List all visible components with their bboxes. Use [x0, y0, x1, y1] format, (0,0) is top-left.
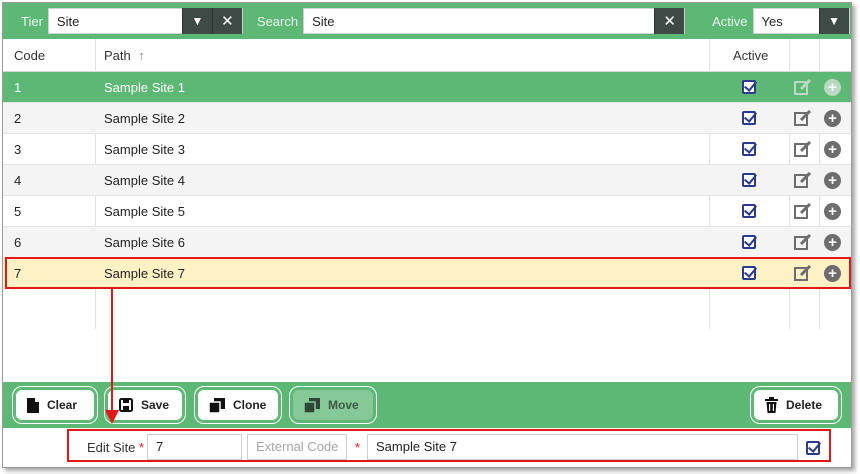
active-checkbox[interactable]: [742, 80, 756, 94]
search-label: Search: [256, 13, 299, 29]
filter-bar: Tier Site ▼ ✕ Search Site ✕ Active Yes ▼: [3, 3, 851, 39]
annotation-arrow-head: [105, 410, 119, 424]
edit-site-label-text: Edit Site: [87, 440, 136, 455]
site-name-input[interactable]: Sample Site 7: [367, 434, 798, 460]
table-row[interactable]: 1 Sample Site 1 +: [3, 72, 851, 103]
edit-icon[interactable]: [794, 203, 812, 219]
edit-active-checkbox[interactable]: [806, 441, 820, 455]
add-child-icon[interactable]: +: [824, 110, 841, 127]
active-label: Active: [712, 13, 748, 29]
row-path: Sample Site 5: [104, 204, 185, 219]
row-code: 7: [14, 266, 22, 281]
search-input[interactable]: Site ✕: [303, 8, 686, 34]
trash-icon: [765, 397, 778, 413]
add-child-icon[interactable]: +: [824, 141, 841, 158]
table-row[interactable]: 6 Sample Site 6 +: [3, 227, 851, 258]
add-child-icon[interactable]: +: [824, 265, 841, 282]
row-code: 3: [14, 142, 22, 157]
row-code: 2: [14, 111, 22, 126]
row-path: Sample Site 4: [104, 173, 185, 188]
edit-icon[interactable]: [794, 141, 812, 157]
edit-icon[interactable]: [794, 79, 812, 95]
table-row[interactable]: 5 Sample Site 5 +: [3, 196, 851, 227]
add-child-icon[interactable]: +: [824, 234, 841, 251]
clone-icon: [209, 397, 225, 413]
table-header: Code Path ↑ Active: [3, 39, 851, 72]
row-path: Sample Site 7: [104, 266, 185, 281]
table-row[interactable]: 3 Sample Site 3 +: [3, 134, 851, 165]
edit-site-label: Edit Site *: [87, 440, 144, 455]
column-header-path[interactable]: Path ↑: [104, 39, 145, 72]
clear-button-label: Clear: [47, 398, 78, 412]
save-button-label: Save: [141, 398, 170, 412]
chevron-down-icon[interactable]: ▼: [818, 8, 849, 34]
table-row[interactable]: 2 Sample Site 2 +: [3, 103, 851, 134]
active-checkbox[interactable]: [742, 142, 756, 156]
active-select[interactable]: Yes ▼: [752, 8, 850, 34]
edit-icon[interactable]: [794, 172, 812, 188]
required-mark: *: [139, 440, 145, 455]
edit-form: Edit Site * 7 External Code * Sample Sit…: [3, 428, 851, 467]
file-icon: [27, 397, 39, 413]
row-code: 5: [14, 204, 22, 219]
add-child-icon[interactable]: +: [824, 203, 841, 220]
add-child-icon[interactable]: +: [824, 172, 841, 189]
site-code-input[interactable]: 7: [147, 434, 242, 460]
active-checkbox[interactable]: [742, 204, 756, 218]
clear-button[interactable]: Clear: [12, 386, 98, 424]
tier-label: Tier: [21, 13, 43, 29]
add-child-icon[interactable]: +: [824, 79, 841, 96]
edit-icon[interactable]: [794, 110, 812, 126]
row-path: Sample Site 2: [104, 111, 185, 126]
move-icon: [304, 397, 320, 413]
clear-search-icon[interactable]: ✕: [654, 8, 685, 34]
site-manager-window: Tier Site ▼ ✕ Search Site ✕ Active Yes ▼…: [2, 2, 852, 468]
tier-value: Site: [56, 13, 80, 29]
row-code: 4: [14, 173, 22, 188]
required-mark: *: [355, 440, 361, 455]
annotation-arrow-line: [111, 288, 113, 412]
column-header-path-label: Path: [104, 48, 131, 63]
close-icon[interactable]: ✕: [211, 8, 242, 34]
external-code-input[interactable]: External Code: [247, 434, 347, 460]
move-button[interactable]: Move: [289, 386, 377, 424]
active-checkbox[interactable]: [742, 266, 756, 280]
chevron-down-icon[interactable]: ▼: [181, 8, 212, 34]
delete-button-label: Delete: [786, 398, 823, 412]
table-row[interactable]: 4 Sample Site 4 +: [3, 165, 851, 196]
search-value: Site: [312, 13, 335, 29]
active-checkbox[interactable]: [742, 235, 756, 249]
active-checkbox[interactable]: [742, 173, 756, 187]
delete-button[interactable]: Delete: [750, 386, 842, 424]
row-path: Sample Site 3: [104, 142, 185, 157]
row-path: Sample Site 6: [104, 235, 185, 250]
action-bar: Clear Save Clone Move Delete: [3, 382, 851, 428]
move-button-label: Move: [328, 398, 359, 412]
clone-button-label: Clone: [233, 398, 267, 412]
save-icon: [119, 398, 133, 412]
edit-icon[interactable]: [794, 234, 812, 250]
edit-icon[interactable]: [794, 265, 812, 281]
clone-button[interactable]: Clone: [194, 386, 282, 424]
active-value: Yes: [761, 13, 783, 29]
table-row[interactable]: 7 Sample Site 7 +: [3, 258, 851, 289]
active-checkbox[interactable]: [742, 111, 756, 125]
column-header-active[interactable]: Active: [733, 39, 768, 72]
column-header-code[interactable]: Code: [14, 39, 45, 72]
row-code: 6: [14, 235, 22, 250]
tier-select[interactable]: Site ▼ ✕: [47, 8, 243, 34]
sort-ascending-icon: ↑: [138, 48, 145, 63]
row-code: 1: [14, 80, 22, 95]
row-path: Sample Site 1: [104, 80, 185, 95]
